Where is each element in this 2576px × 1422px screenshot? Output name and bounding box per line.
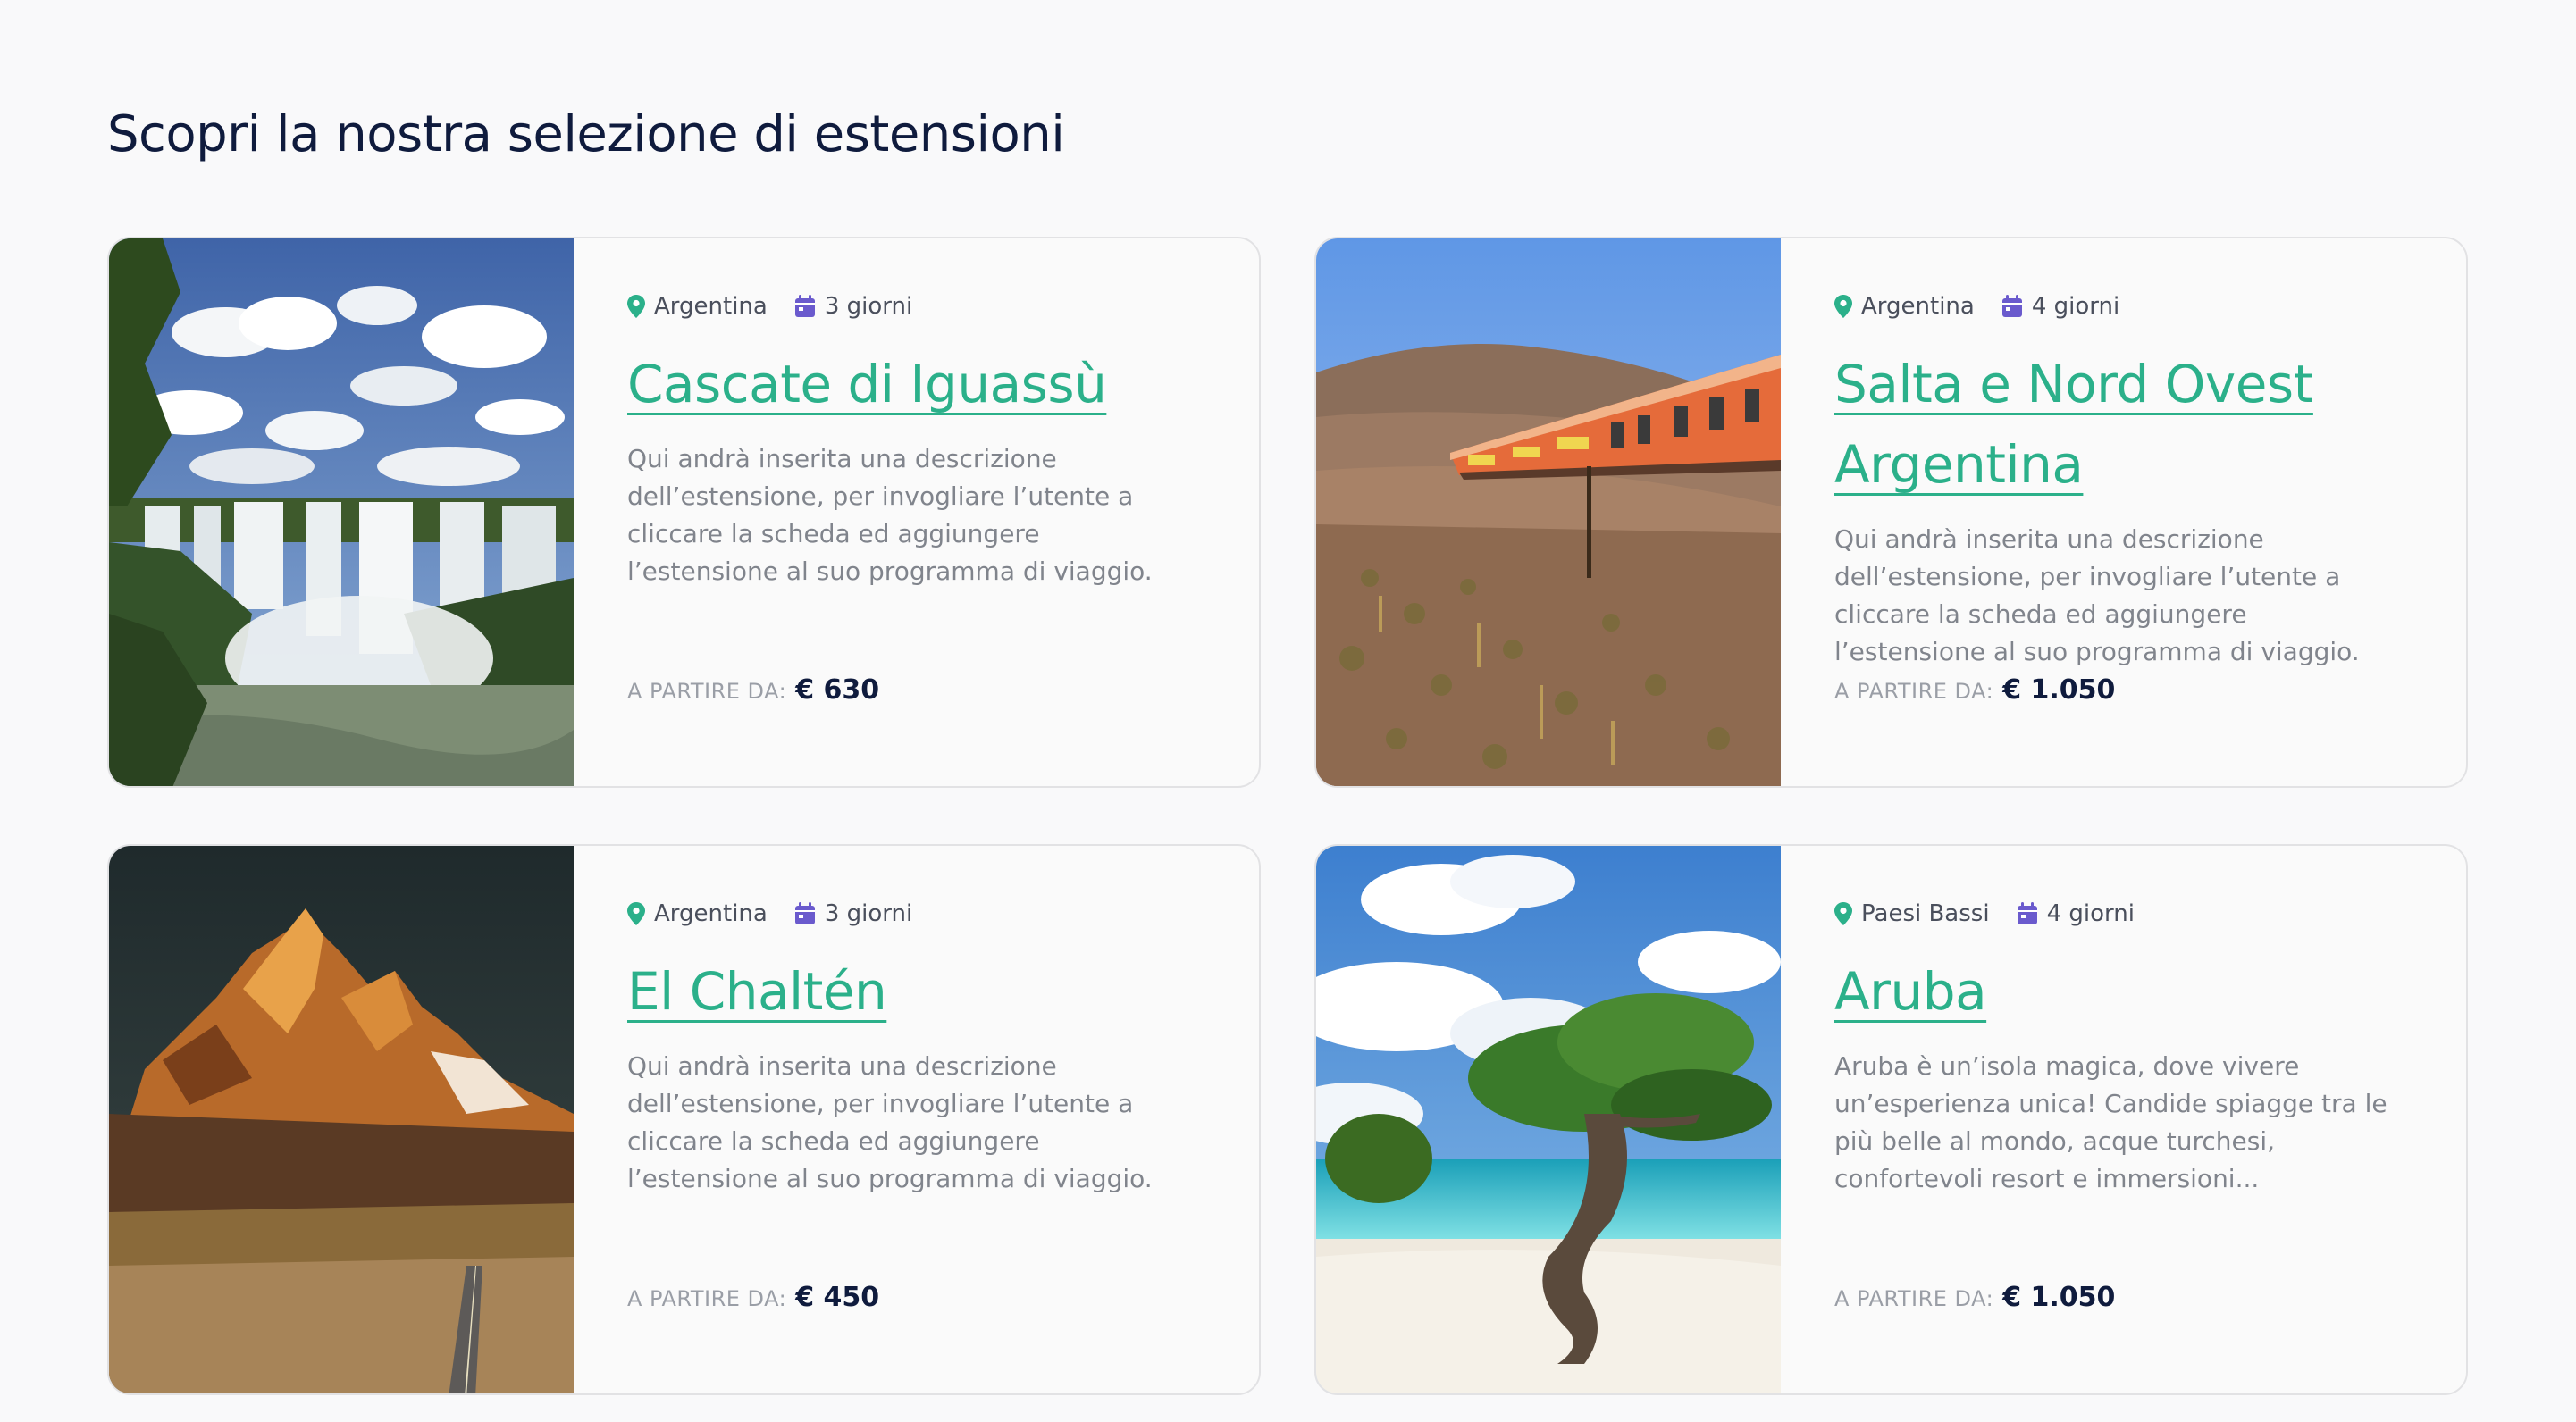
card-description: Qui andrà inserita una descrizione dell’… [627, 1051, 1153, 1193]
card-body: Argentina 3 giorni El Chaltén Qui andrà … [627, 896, 1196, 1358]
location-pin-icon [1834, 902, 1852, 925]
price-value: € 630 [795, 674, 880, 706]
location-pin-icon [1834, 295, 1852, 318]
location-pin-icon [627, 902, 645, 925]
card-meta: Argentina 4 giorni [1834, 289, 2404, 324]
price-row: A PARTIRE DA: € 1.050 [1834, 674, 2115, 706]
extension-card-iguassu[interactable]: Argentina 3 giorni Cascate di Iguassù Qu… [107, 237, 1261, 788]
location-tag: Paesi Bassi [1834, 900, 1990, 927]
card-image-train[interactable] [1316, 238, 1781, 786]
price-value: € 1.050 [2002, 1282, 2116, 1313]
price-row: A PARTIRE DA: € 630 [627, 674, 879, 706]
card-image-waterfall[interactable] [109, 238, 574, 786]
calendar-icon [794, 902, 815, 924]
location-label: Argentina [654, 900, 768, 927]
location-tag: Argentina [1834, 293, 1975, 320]
price-label: A PARTIRE DA: [1834, 1286, 1994, 1311]
card-title-link[interactable]: Cascate di Iguassù [627, 344, 1196, 424]
card-meta: Argentina 3 giorni [627, 896, 1196, 932]
location-tag: Argentina [627, 900, 768, 927]
card-description: Qui andrà inserita una descrizione dell’… [1834, 524, 2360, 666]
card-title-link[interactable]: Salta e Nord Ovest Argentina [1834, 344, 2404, 505]
price-value: € 450 [795, 1282, 880, 1313]
location-label: Paesi Bassi [1861, 900, 1990, 927]
duration-label: 3 giorni [824, 900, 913, 927]
price-row: A PARTIRE DA: € 1.050 [1834, 1282, 2115, 1313]
calendar-icon [2001, 295, 2022, 317]
calendar-icon [794, 295, 815, 317]
duration-tag: 3 giorni [794, 293, 912, 320]
duration-label: 3 giorni [824, 293, 913, 320]
calendar-icon [2017, 902, 2037, 924]
card-title-link[interactable]: Aruba [1834, 951, 2404, 1032]
duration-tag: 4 giorni [2001, 293, 2119, 320]
card-title-link[interactable]: El Chaltén [627, 951, 1196, 1032]
location-label: Argentina [1861, 293, 1975, 320]
card-body: Argentina 4 giorni Salta e Nord Ovest Ar… [1834, 289, 2404, 750]
card-meta: Paesi Bassi 4 giorni [1834, 896, 2404, 932]
mountain-road-photo [109, 846, 574, 1393]
beach-tree-photo [1316, 846, 1781, 1393]
price-label: A PARTIRE DA: [627, 679, 787, 704]
extension-card-aruba[interactable]: Paesi Bassi 4 giorni Aruba Aruba è un’is… [1314, 844, 2468, 1395]
extension-card-salta[interactable]: Argentina 4 giorni Salta e Nord Ovest Ar… [1314, 237, 2468, 788]
waterfall-photo [109, 238, 574, 786]
price-label: A PARTIRE DA: [1834, 679, 1994, 704]
card-description: Qui andrà inserita una descrizione dell’… [627, 444, 1153, 586]
card-description: Aruba è un’isola magica, dove vivere un’… [1834, 1051, 2387, 1193]
duration-tag: 4 giorni [2017, 900, 2135, 927]
location-label: Argentina [654, 293, 768, 320]
price-label: A PARTIRE DA: [627, 1286, 787, 1311]
location-tag: Argentina [627, 293, 768, 320]
train-desert-photo [1316, 238, 1781, 786]
page-title: Scopri la nostra selezione di estensioni [107, 105, 1065, 163]
duration-tag: 3 giorni [794, 900, 912, 927]
card-body: Paesi Bassi 4 giorni Aruba Aruba è un’is… [1834, 896, 2404, 1358]
card-image-mountain[interactable] [109, 846, 574, 1393]
price-row: A PARTIRE DA: € 450 [627, 1282, 879, 1313]
card-body: Argentina 3 giorni Cascate di Iguassù Qu… [627, 289, 1196, 750]
price-value: € 1.050 [2002, 674, 2116, 706]
card-meta: Argentina 3 giorni [627, 289, 1196, 324]
card-image-beach[interactable] [1316, 846, 1781, 1393]
duration-label: 4 giorni [2031, 293, 2120, 320]
location-pin-icon [627, 295, 645, 318]
extension-card-el-chalten[interactable]: Argentina 3 giorni El Chaltén Qui andrà … [107, 844, 1261, 1395]
duration-label: 4 giorni [2046, 900, 2135, 927]
